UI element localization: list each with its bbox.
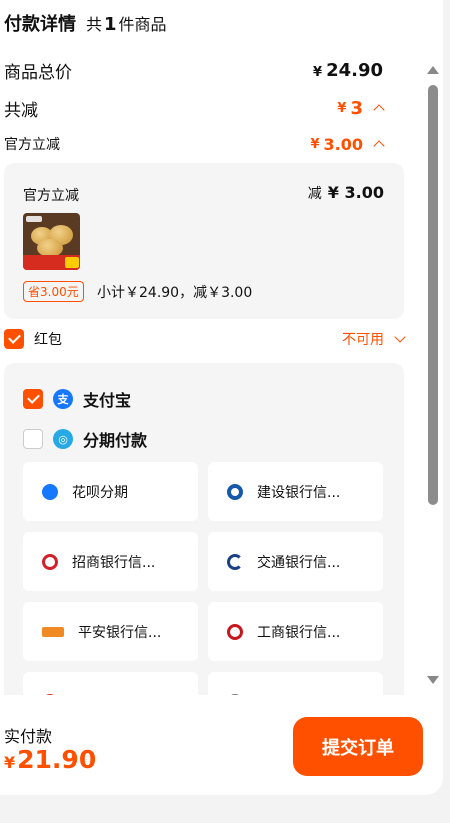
alipay-checkbox[interactable] xyxy=(23,389,43,409)
card-title: 官方立减 xyxy=(23,188,79,204)
red-packet-status[interactable]: 不可用 xyxy=(342,329,406,349)
bank-option[interactable]: 招商银行信... xyxy=(23,532,198,591)
installment-icon: ◎ xyxy=(53,429,73,449)
scrollbar[interactable] xyxy=(425,60,442,690)
payment-option-label: 支付宝 xyxy=(83,391,132,410)
card-discount-amount: 减 ¥ 3.00 xyxy=(307,183,384,202)
bank-option-label: 工商银行信... xyxy=(257,624,341,641)
bank-option-partial[interactable] xyxy=(208,672,383,695)
save-badge: 省3.00元 xyxy=(23,281,84,302)
pay-amount-value: ¥21.90 xyxy=(4,745,97,774)
icbc-icon xyxy=(227,623,243,640)
total-price-label: 商品总价 xyxy=(4,62,72,83)
bank-option-label: 建设银行信... xyxy=(257,484,341,501)
panel-header: 付款详情 共 1 件商品 xyxy=(4,10,167,35)
pay-amount-label: 实付款 xyxy=(4,727,53,746)
bank-option-label: 交通银行信... xyxy=(257,554,341,571)
page-title: 付款详情 xyxy=(4,14,76,35)
discount-row[interactable]: 共减 ¥3 xyxy=(4,94,385,122)
cmb-icon xyxy=(42,553,58,570)
detail-scroll-area[interactable]: 商品总价 ¥24.90 共减 ¥3 官方立减 ¥3.00 官方立减 减 ¥ 3.0… xyxy=(0,50,425,695)
bank-option-label: 平安银行信... xyxy=(78,624,162,641)
bank-option[interactable]: 工商银行信... xyxy=(208,602,383,661)
discount-detail-card: 官方立减 减 ¥ 3.00 省3.00元 小计￥24.90，减￥3.00 xyxy=(4,163,404,319)
subtotal-text: 小计￥24.90，减￥3.00 xyxy=(97,285,253,301)
scrollbar-thumb[interactable] xyxy=(428,85,438,505)
bank-option[interactable]: 平安银行信... xyxy=(23,602,198,661)
bank-option[interactable]: 花呗分期 xyxy=(23,462,198,521)
submit-order-button[interactable]: 提交订单 xyxy=(293,717,423,776)
huabei-icon xyxy=(42,483,58,500)
ccb-icon xyxy=(227,483,243,500)
checkout-footer: 实付款 ¥21.90 提交订单 xyxy=(0,695,443,795)
official-discount-value: ¥3.00 xyxy=(310,135,385,154)
discount-label: 共减 xyxy=(4,100,38,121)
bank-option-label: 招商银行信... xyxy=(72,554,156,571)
product-thumbnail[interactable] xyxy=(23,213,80,270)
scroll-down-arrow-icon[interactable] xyxy=(427,676,439,684)
alipay-icon: 支 xyxy=(53,389,73,409)
bocom-icon xyxy=(227,553,243,570)
chevron-up-icon[interactable] xyxy=(373,140,385,152)
chevron-down-icon xyxy=(394,331,406,343)
item-count: 共 1 件商品 xyxy=(86,14,167,35)
payment-option-alipay[interactable]: 支 支付宝 xyxy=(23,387,131,411)
payment-method-card: 支 支付宝 ◎ 分期付款 花呗分期 建设银行信... 招商银行信... 交通银行… xyxy=(4,363,404,695)
payment-detail-panel: 付款详情 共 1 件商品 商品总价 ¥24.90 共减 ¥3 官方立减 ¥3.00 … xyxy=(0,0,443,795)
bank-option[interactable]: 建设银行信... xyxy=(208,462,383,521)
official-discount-row[interactable]: 官方立减 ¥3.00 xyxy=(4,132,385,156)
bank-option[interactable]: 交通银行信... xyxy=(208,532,383,591)
discount-value: ¥3 xyxy=(337,98,385,119)
payment-option-label: 分期付款 xyxy=(83,431,148,450)
chevron-up-icon[interactable] xyxy=(373,104,385,116)
scroll-up-arrow-icon[interactable] xyxy=(427,66,439,74)
pingan-icon xyxy=(42,626,64,637)
red-packet-row[interactable]: 红包 不可用 xyxy=(4,329,408,349)
red-packet-label: 红包 xyxy=(34,332,62,348)
total-price-value: ¥24.90 xyxy=(313,59,383,81)
bank-option-label: 花呗分期 xyxy=(72,484,128,501)
official-discount-label: 官方立减 xyxy=(4,137,60,153)
red-packet-checkbox[interactable] xyxy=(4,329,24,349)
payment-option-installment[interactable]: ◎ 分期付款 xyxy=(23,427,147,451)
bank-option-partial[interactable] xyxy=(23,672,198,695)
installment-checkbox[interactable] xyxy=(23,429,43,449)
total-price-row: 商品总价 ¥24.90 xyxy=(4,56,383,84)
